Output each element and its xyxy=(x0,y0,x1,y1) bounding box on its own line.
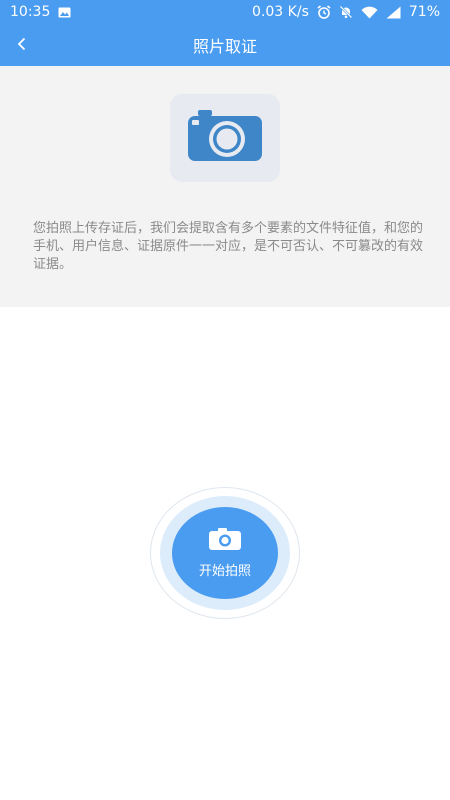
camera-icon xyxy=(188,110,262,166)
battery-level: 71% xyxy=(408,4,440,20)
nav-bar: 照片取证 xyxy=(0,24,450,66)
signal-icon xyxy=(386,6,401,19)
shoot-area: 开始拍照 xyxy=(150,487,300,619)
status-time: 10:35 xyxy=(10,4,51,20)
notifications-off-icon xyxy=(339,5,353,19)
image-icon xyxy=(58,7,71,18)
alarm-icon xyxy=(317,5,331,19)
network-speed: 0.03 K/s xyxy=(252,4,309,20)
evidence-description: 您拍照上传存证后，我们会提取含有多个要素的文件特征值，和您的手机、用户信息、证据… xyxy=(33,221,424,272)
status-left: 10:35 xyxy=(10,4,71,20)
start-photo-button[interactable]: 开始拍照 xyxy=(172,507,278,599)
start-photo-label: 开始拍照 xyxy=(198,563,251,579)
info-panel: 您拍照上传存证后，我们会提取含有多个要素的文件特征值，和您的手机、用户信息、证据… xyxy=(0,66,450,307)
chevron-left-icon xyxy=(17,36,27,55)
wifi-icon xyxy=(361,6,378,19)
status-bar: 10:35 0.03 K/s 71% xyxy=(0,0,450,24)
back-button[interactable] xyxy=(8,31,36,59)
page-title: 照片取证 xyxy=(192,37,257,56)
camera-icon xyxy=(209,527,241,554)
camera-badge xyxy=(170,94,280,182)
status-right: 0.03 K/s 71% xyxy=(252,4,440,20)
